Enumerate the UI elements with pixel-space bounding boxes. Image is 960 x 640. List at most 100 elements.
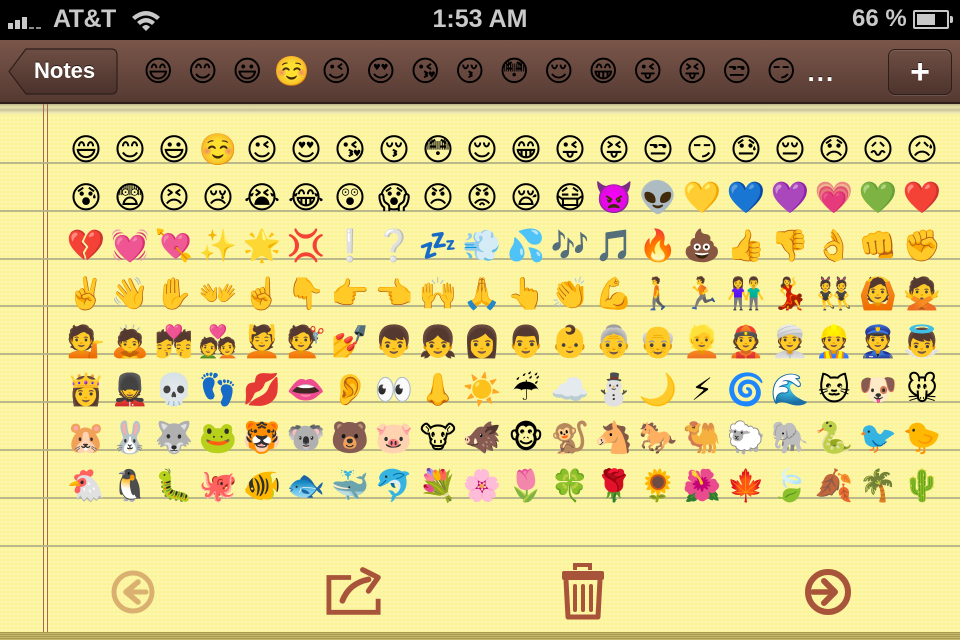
title-emoji: 😃: [232, 56, 263, 88]
emoji-character: 💗: [814, 180, 854, 215]
title-emoji: 😒: [721, 56, 752, 88]
emoji-character: 🌷: [506, 468, 546, 503]
emoji-character: 👳: [770, 324, 810, 359]
emoji-character: 🐦: [858, 420, 898, 455]
emoji-character: 🐑: [726, 420, 766, 455]
share-button[interactable]: [326, 564, 382, 620]
emoji-character: 💦: [506, 228, 546, 263]
emoji-character: 😡: [465, 180, 499, 215]
emoji-character: ✋: [154, 276, 194, 311]
title-emoji: 😳: [499, 56, 530, 88]
emoji-character: ☝️: [242, 276, 282, 311]
emoji-character: 👽: [638, 180, 678, 215]
emoji-character: 😍: [289, 132, 323, 167]
title-emoji: 😁: [588, 56, 619, 88]
emoji-character: 😄: [69, 132, 103, 167]
emoji-character: 😁: [509, 132, 543, 167]
note-text-line[interactable]: 🐹 🐰 🐺 🐸 🐯 🐨 🐻 🐷 🐮 🐗 🐵 🐒 🐴 🐎 🐫 🐑 🐘 🐍 🐦 🐤: [64, 414, 944, 462]
emoji-character: 😢: [201, 180, 235, 215]
emoji-character: 👏: [550, 276, 590, 311]
emoji-character: 💚: [858, 180, 898, 215]
emoji-character: 💨: [462, 228, 502, 263]
title-emoji: 😏: [766, 56, 797, 88]
emoji-character: 🍂: [814, 468, 854, 503]
emoji-character: 😖: [861, 132, 895, 167]
emoji-character: 🐱: [817, 372, 851, 407]
emoji-character: 👧: [418, 324, 458, 359]
emoji-character: 🐰: [110, 420, 150, 455]
emoji-character: 🐗: [462, 420, 502, 455]
note-text-line[interactable]: 💁 🙇 💏 💑 💆 💇 💅 👦 👧 👩 👨 👶 👵 👴 👱 👲 👳 👷 👮 👼: [64, 318, 944, 366]
note-text-line[interactable]: ✌️ 👋 ✋ 👐 ☝️ 👇 👉 👈 🙌 🙏 👆 👏 💪 🚶 🏃 👫 💃 👯 🙆 🙅: [64, 270, 944, 318]
note-text-line[interactable]: 😰 😨 😣 😢 😭 😂 😲 😱 😠 😡 😪 😷 👿 👽 💛 💙 💜 💗 💚 ❤️: [64, 174, 944, 222]
note-text-line[interactable]: 🐔 🐧 🐛 🐙 🐠 🐟 🐳 🐬 💐 🌸 🌷 🍀 🌹 🌻 🌺 🍁 🍃 🍂 🌴 🌵: [64, 462, 944, 510]
title-emoji: 😍: [365, 56, 396, 88]
title-emoji: 😜: [632, 56, 663, 88]
emoji-character: 👦: [374, 324, 414, 359]
emoji-character: 😒: [641, 132, 675, 167]
share-icon: [326, 567, 381, 615]
emoji-character: ✌️: [66, 276, 106, 311]
emoji-character: 😥: [905, 132, 939, 167]
emoji-character: 🐔: [66, 468, 106, 503]
note-text-line[interactable]: 👸 💂 💀 👣 💋 👄 👂 👀 👃 ☀️ ☔ ☁️ ⛄ 🌙 ⚡ 🌀 🌊 🐱 🐶 🐭: [64, 366, 944, 414]
emoji-character: 😰: [69, 180, 103, 215]
paper-bottom-edge: [0, 632, 960, 640]
emoji-character: 👵: [594, 324, 634, 359]
add-note-button[interactable]: +: [888, 49, 952, 95]
emoji-character: ☁️: [550, 372, 590, 407]
emoji-character: 🌺: [682, 468, 722, 503]
emoji-character: 👃: [418, 372, 458, 407]
emoji-character: 😃: [157, 132, 191, 167]
emoji-character: 🐺: [154, 420, 194, 455]
emoji-character: 🐯: [242, 420, 282, 455]
title-emoji: 😘: [410, 56, 441, 88]
delete-note-button[interactable]: [555, 563, 611, 620]
title-emoji: 😄: [143, 56, 174, 88]
notes-back-button[interactable]: Notes: [8, 48, 118, 95]
emoji-character: ❔: [374, 228, 414, 263]
emoji-character: 🐨: [286, 420, 326, 455]
emoji-character: 💁: [66, 324, 106, 359]
emoji-character: 👲: [726, 324, 766, 359]
rule-line: [0, 545, 960, 547]
plus-icon: +: [910, 53, 930, 91]
note-text-line[interactable]: 💔 💓 💘 ✨ 🌟 💢 ❕ ❔ 💤 💨 💦 🎶 🎵 🔥 💩 👍 👎 👌 👊 ✊: [64, 222, 944, 270]
emoji-character: 🙌: [418, 276, 458, 311]
previous-note-button[interactable]: [105, 564, 161, 620]
note-text-line[interactable]: 😄 😊 😃 ☺️ 😉 😍 😘 😚 😳 😌 😁 😜 😝 😒 😏 😓 😔 😞 😖 😥: [64, 126, 944, 174]
note-body-text[interactable]: 😄 😊 😃 ☺️ 😉 😍 😘 😚 😳 😌 😁 😜 😝 😒 😏 😓 😔 😞 😖 😥 😰 😨 😣 😢 😭 😂 😲 😱 😠 😡 😪 😷 👿 👽 💛 💙 💜 💗 💚…: [64, 126, 944, 510]
emoji-character: 😞: [817, 132, 851, 167]
emoji-character: 🌵: [902, 468, 942, 503]
emoji-character: 🎵: [594, 228, 634, 263]
emoji-character: 💛: [682, 180, 722, 215]
emoji-character: 😘: [333, 132, 367, 167]
emoji-character: 👆: [506, 276, 546, 311]
emoji-character: 👣: [198, 372, 238, 407]
status-bar: AT&T 1:53 AM 66 %: [0, 0, 960, 40]
emoji-character: 🌴: [858, 468, 898, 503]
emoji-character: 👈: [374, 276, 414, 311]
emoji-character: 👌: [814, 228, 854, 263]
emoji-character: 🐍: [814, 420, 854, 455]
emoji-character: 💜: [770, 180, 810, 215]
emoji-character: 👷: [814, 324, 854, 359]
emoji-character: 💃: [770, 276, 810, 311]
emoji-character: ☔: [512, 372, 540, 407]
emoji-character: 🐎: [638, 420, 678, 455]
emoji-character: 😏: [685, 132, 719, 167]
emoji-character: 🎶: [550, 228, 590, 263]
emoji-character: 🙅: [902, 276, 942, 311]
emoji-character: 😱: [377, 180, 411, 215]
emoji-character: 🐭: [905, 372, 939, 407]
emoji-character: 🐧: [110, 468, 150, 503]
title-emoji: ☺️: [273, 56, 310, 88]
emoji-character: 🐤: [902, 420, 942, 455]
title-emoji: 😌: [543, 56, 574, 88]
emoji-character: 💔: [66, 228, 106, 263]
emoji-character: 🚶: [638, 276, 678, 311]
emoji-character: 🔥: [638, 228, 678, 263]
emoji-character: 😉: [245, 132, 279, 167]
emoji-character: ❤️: [902, 180, 942, 215]
next-note-button[interactable]: [800, 564, 856, 620]
